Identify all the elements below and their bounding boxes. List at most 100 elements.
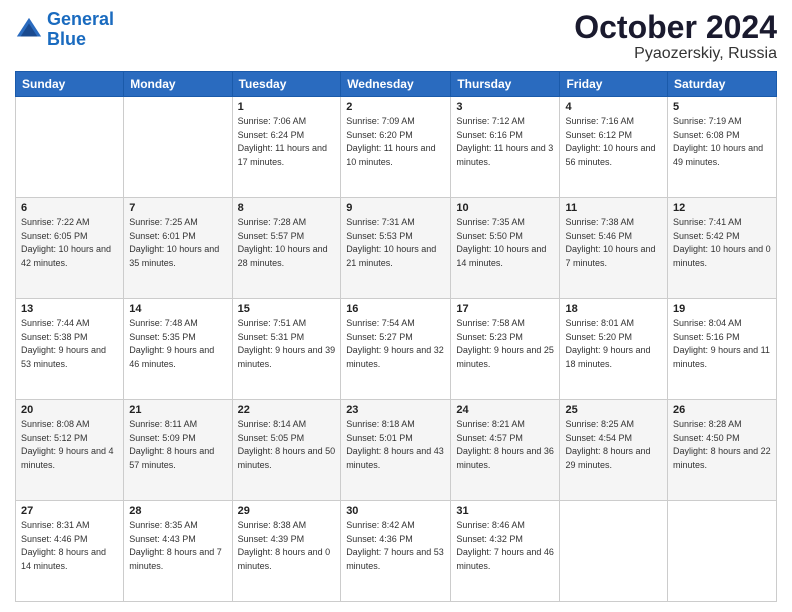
day-number: 10 — [456, 202, 554, 214]
day-number: 20 — [21, 404, 118, 416]
day-info: Sunrise: 8:42 AMSunset: 4:36 PMDaylight:… — [346, 519, 445, 573]
calendar-cell — [560, 501, 668, 602]
calendar-cell: 23Sunrise: 8:18 AMSunset: 5:01 PMDayligh… — [341, 400, 451, 501]
weekday-header-thursday: Thursday — [451, 72, 560, 97]
calendar-cell: 16Sunrise: 7:54 AMSunset: 5:27 PMDayligh… — [341, 299, 451, 400]
calendar-week-4: 27 Sunrise: 8:31 AMSunset: 4:46 PMDayligh… — [16, 501, 777, 602]
calendar-cell: 8 Sunrise: 7:28 AMSunset: 5:57 PMDaylight… — [232, 198, 341, 299]
calendar-cell: 30 Sunrise: 8:42 AMSunset: 4:36 PMDayligh… — [341, 501, 451, 602]
calendar-cell: 25 Sunrise: 8:25 AMSunset: 4:54 PMDayligh… — [560, 400, 668, 501]
logo-blue: Blue — [47, 29, 86, 49]
calendar-cell: 31 Sunrise: 8:46 AMSunset: 4:32 PMDayligh… — [451, 501, 560, 602]
day-info: Sunrise: 8:28 AMSunset: 4:50 PMDaylight:… — [673, 418, 771, 472]
calendar-table: SundayMondayTuesdayWednesdayThursdayFrid… — [15, 71, 777, 602]
calendar-cell: 2 Sunrise: 7:09 AMSunset: 6:20 PMDaylight… — [341, 97, 451, 198]
day-number: 15 — [238, 303, 336, 315]
day-number: 5 — [673, 101, 771, 113]
calendar-cell: 9 Sunrise: 7:31 AMSunset: 5:53 PMDaylight… — [341, 198, 451, 299]
subtitle: Pyaozerskiy, Russia — [574, 45, 777, 63]
day-info: Sunrise: 8:35 AMSunset: 4:43 PMDaylight:… — [129, 519, 226, 573]
day-number: 9 — [346, 202, 445, 214]
day-number: 1 — [238, 101, 336, 113]
day-info: Sunrise: 8:01 AMSunset: 5:20 PMDaylight:… — [565, 317, 662, 371]
calendar-cell: 5 Sunrise: 7:19 AMSunset: 6:08 PMDaylight… — [668, 97, 777, 198]
calendar-week-2: 13 Sunrise: 7:44 AMSunset: 5:38 PMDayligh… — [16, 299, 777, 400]
weekday-header-sunday: Sunday — [16, 72, 124, 97]
calendar-cell: 21 Sunrise: 8:11 AMSunset: 5:09 PMDayligh… — [124, 400, 232, 501]
day-number: 16 — [346, 303, 445, 315]
page: General Blue October 2024 Pyaozerskiy, R… — [0, 0, 792, 612]
weekday-header-friday: Friday — [560, 72, 668, 97]
calendar-cell: 15 Sunrise: 7:51 AMSunset: 5:31 PMDayligh… — [232, 299, 341, 400]
calendar-cell: 4Sunrise: 7:16 AMSunset: 6:12 PMDaylight… — [560, 97, 668, 198]
day-info: Sunrise: 7:28 AMSunset: 5:57 PMDaylight:… — [238, 216, 336, 270]
main-title: October 2024 — [574, 10, 777, 45]
calendar-cell: 13 Sunrise: 7:44 AMSunset: 5:38 PMDayligh… — [16, 299, 124, 400]
day-number: 31 — [456, 505, 554, 517]
calendar-cell: 1 Sunrise: 7:06 AMSunset: 6:24 PMDaylight… — [232, 97, 341, 198]
day-info: Sunrise: 7:09 AMSunset: 6:20 PMDaylight:… — [346, 115, 445, 169]
day-info: Sunrise: 7:35 AMSunset: 5:50 PMDaylight:… — [456, 216, 554, 270]
day-info: Sunrise: 8:25 AMSunset: 4:54 PMDaylight:… — [565, 418, 662, 472]
day-info: Sunrise: 7:16 AMSunset: 6:12 PMDaylight:… — [565, 115, 662, 169]
day-info: Sunrise: 7:25 AMSunset: 6:01 PMDaylight:… — [129, 216, 226, 270]
day-info: Sunrise: 7:38 AMSunset: 5:46 PMDaylight:… — [565, 216, 662, 270]
day-number: 29 — [238, 505, 336, 517]
day-number: 21 — [129, 404, 226, 416]
day-info: Sunrise: 7:51 AMSunset: 5:31 PMDaylight:… — [238, 317, 336, 371]
day-number: 19 — [673, 303, 771, 315]
day-number: 3 — [456, 101, 554, 113]
day-number: 26 — [673, 404, 771, 416]
day-info: Sunrise: 8:46 AMSunset: 4:32 PMDaylight:… — [456, 519, 554, 573]
weekday-header-wednesday: Wednesday — [341, 72, 451, 97]
day-number: 24 — [456, 404, 554, 416]
calendar-cell: 28 Sunrise: 8:35 AMSunset: 4:43 PMDayligh… — [124, 501, 232, 602]
calendar-cell: 20 Sunrise: 8:08 AMSunset: 5:12 PMDayligh… — [16, 400, 124, 501]
day-number: 2 — [346, 101, 445, 113]
day-info: Sunrise: 7:19 AMSunset: 6:08 PMDaylight:… — [673, 115, 771, 169]
day-number: 30 — [346, 505, 445, 517]
calendar-cell: 3Sunrise: 7:12 AMSunset: 6:16 PMDaylight… — [451, 97, 560, 198]
calendar-cell: 29Sunrise: 8:38 AMSunset: 4:39 PMDayligh… — [232, 501, 341, 602]
calendar-cell — [124, 97, 232, 198]
weekday-header-tuesday: Tuesday — [232, 72, 341, 97]
calendar-cell: 27 Sunrise: 8:31 AMSunset: 4:46 PMDayligh… — [16, 501, 124, 602]
title-block: October 2024 Pyaozerskiy, Russia — [574, 10, 777, 63]
day-number: 8 — [238, 202, 336, 214]
header: General Blue October 2024 Pyaozerskiy, R… — [15, 10, 777, 63]
calendar-cell: 6 Sunrise: 7:22 AMSunset: 6:05 PMDaylight… — [16, 198, 124, 299]
day-info: Sunrise: 8:31 AMSunset: 4:46 PMDaylight:… — [21, 519, 118, 573]
day-number: 18 — [565, 303, 662, 315]
day-info: Sunrise: 8:11 AMSunset: 5:09 PMDaylight:… — [129, 418, 226, 472]
day-info: Sunrise: 7:22 AMSunset: 6:05 PMDaylight:… — [21, 216, 118, 270]
calendar-cell: 11 Sunrise: 7:38 AMSunset: 5:46 PMDayligh… — [560, 198, 668, 299]
weekday-header-monday: Monday — [124, 72, 232, 97]
day-number: 13 — [21, 303, 118, 315]
day-number: 12 — [673, 202, 771, 214]
calendar-cell: 12Sunrise: 7:41 AMSunset: 5:42 PMDayligh… — [668, 198, 777, 299]
day-info: Sunrise: 7:44 AMSunset: 5:38 PMDaylight:… — [21, 317, 118, 371]
day-info: Sunrise: 8:08 AMSunset: 5:12 PMDaylight:… — [21, 418, 118, 472]
logo-text: General Blue — [47, 10, 114, 50]
logo-general: General — [47, 9, 114, 29]
day-number: 11 — [565, 202, 662, 214]
day-info: Sunrise: 7:06 AMSunset: 6:24 PMDaylight:… — [238, 115, 336, 169]
day-info: Sunrise: 7:48 AMSunset: 5:35 PMDaylight:… — [129, 317, 226, 371]
weekday-header-saturday: Saturday — [668, 72, 777, 97]
day-number: 25 — [565, 404, 662, 416]
calendar-cell: 26 Sunrise: 8:28 AMSunset: 4:50 PMDayligh… — [668, 400, 777, 501]
day-number: 6 — [21, 202, 118, 214]
calendar-week-3: 20 Sunrise: 8:08 AMSunset: 5:12 PMDayligh… — [16, 400, 777, 501]
day-number: 27 — [21, 505, 118, 517]
calendar-week-0: 1 Sunrise: 7:06 AMSunset: 6:24 PMDaylight… — [16, 97, 777, 198]
calendar-cell: 19Sunrise: 8:04 AMSunset: 5:16 PMDayligh… — [668, 299, 777, 400]
calendar-cell: 14Sunrise: 7:48 AMSunset: 5:35 PMDayligh… — [124, 299, 232, 400]
day-info: Sunrise: 8:21 AMSunset: 4:57 PMDaylight:… — [456, 418, 554, 472]
calendar-week-1: 6 Sunrise: 7:22 AMSunset: 6:05 PMDaylight… — [16, 198, 777, 299]
day-number: 7 — [129, 202, 226, 214]
logo: General Blue — [15, 10, 114, 50]
day-number: 28 — [129, 505, 226, 517]
calendar-cell: 24 Sunrise: 8:21 AMSunset: 4:57 PMDayligh… — [451, 400, 560, 501]
calendar-cell: 17Sunrise: 7:58 AMSunset: 5:23 PMDayligh… — [451, 299, 560, 400]
day-info: Sunrise: 7:31 AMSunset: 5:53 PMDaylight:… — [346, 216, 445, 270]
